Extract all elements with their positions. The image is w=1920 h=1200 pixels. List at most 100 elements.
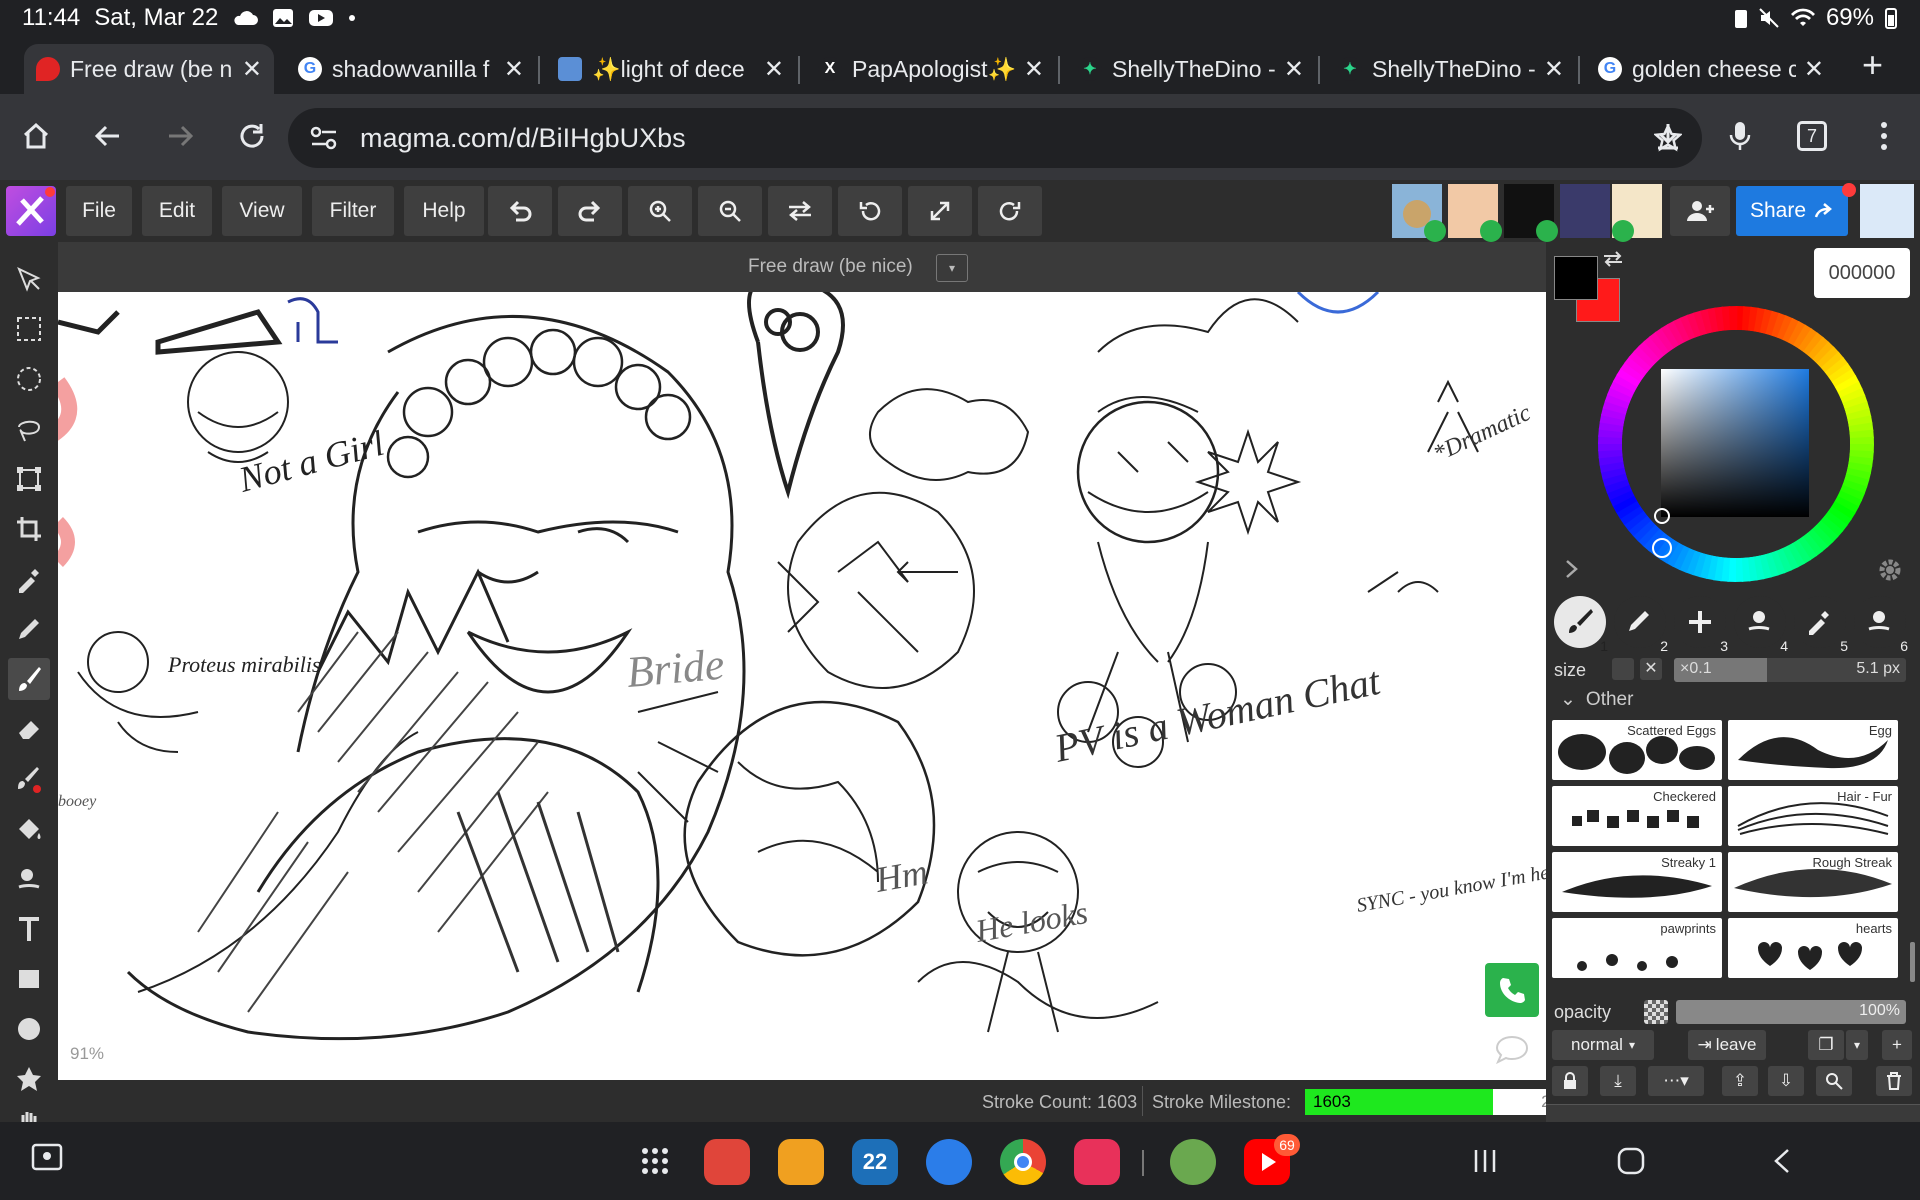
avatar[interactable]: [1612, 184, 1662, 242]
omnibox[interactable]: magma.com/d/BiIHgbUXbs: [288, 108, 1702, 168]
mic-icon[interactable]: [1714, 110, 1766, 162]
brush-preset-scattered-eggs[interactable]: Scattered Eggs: [1552, 720, 1722, 780]
document-dropdown[interactable]: ▾: [936, 254, 968, 282]
ellipse-tool-icon[interactable]: [8, 1008, 50, 1050]
forward-icon[interactable]: [154, 110, 206, 162]
lock-layer-icon[interactable]: [1552, 1066, 1588, 1096]
expand-panel-icon[interactable]: [1564, 558, 1580, 580]
file-menu[interactable]: File: [66, 186, 132, 236]
tab-shellythedino-1[interactable]: ✦ ShellyTheDino - ✕: [1066, 44, 1316, 94]
rect-select-icon[interactable]: [8, 308, 50, 350]
reload-icon[interactable]: [226, 110, 278, 162]
add-layer-icon[interactable]: +: [1882, 1030, 1912, 1060]
app-drawer-icon[interactable]: [640, 1146, 670, 1176]
more-layer-actions-icon[interactable]: ⋯▾: [1648, 1066, 1704, 1096]
close-tab-icon[interactable]: ✕: [504, 55, 524, 84]
tab-free-draw[interactable]: Free draw (be n ✕: [24, 44, 274, 94]
view-menu[interactable]: View: [222, 186, 302, 236]
rotate-right-icon[interactable]: [978, 186, 1042, 236]
pressure-icon[interactable]: [1612, 658, 1634, 680]
merge-down-icon[interactable]: ⤓: [1600, 1066, 1636, 1096]
recent-app-icon[interactable]: [1170, 1139, 1216, 1185]
magma-logo-icon[interactable]: [6, 186, 56, 236]
brush-preset-hair-fur[interactable]: Hair - Fur: [1728, 786, 1898, 846]
help-menu[interactable]: Help: [404, 186, 484, 236]
leave-button[interactable]: ⇥ leave: [1688, 1030, 1766, 1060]
close-tab-icon[interactable]: ✕: [1544, 55, 1564, 84]
back-nav-icon[interactable]: [1766, 1146, 1796, 1176]
export-icon[interactable]: ⇩: [1768, 1066, 1804, 1096]
shape-tool-icon[interactable]: [8, 1058, 50, 1100]
recents-icon[interactable]: [1470, 1146, 1500, 1176]
duplicate-layer-icon[interactable]: ❐: [1808, 1030, 1844, 1060]
edit-menu[interactable]: Edit: [142, 186, 212, 236]
search-icon[interactable]: [1816, 1066, 1852, 1096]
opacity-slider[interactable]: 100%: [1676, 1000, 1906, 1024]
brush-slot-4[interactable]: 4: [1734, 596, 1788, 654]
fullscreen-icon[interactable]: [908, 186, 972, 236]
brush-preset-streaky-1[interactable]: Streaky 1: [1552, 852, 1722, 912]
brush-preset-hearts[interactable]: hearts: [1728, 918, 1898, 978]
blend-mode-select[interactable]: normal ▾: [1552, 1030, 1654, 1060]
import-icon[interactable]: ⇪: [1722, 1066, 1758, 1096]
tab-golden-cheese[interactable]: G golden cheese c ✕: [1586, 44, 1836, 94]
brush-preset-rough-streak[interactable]: Rough Streak: [1728, 852, 1898, 912]
undo-icon[interactable]: [488, 186, 552, 236]
more-icon[interactable]: [1858, 110, 1910, 162]
swap-colors-icon[interactable]: [1602, 250, 1624, 268]
zoom-out-icon[interactable]: [698, 186, 762, 236]
eyedropper-icon[interactable]: [8, 558, 50, 600]
share-button[interactable]: Share: [1736, 186, 1848, 236]
rotate-left-icon[interactable]: [838, 186, 902, 236]
brush-slot-1[interactable]: 1: [1554, 596, 1608, 654]
back-icon[interactable]: [82, 110, 134, 162]
paint-bucket-icon[interactable]: [8, 808, 50, 850]
home-icon[interactable]: [10, 110, 62, 162]
brush-preset-checkered[interactable]: Checkered: [1552, 786, 1722, 846]
screenshot-app-icon[interactable]: [30, 1142, 64, 1176]
brush-list-scrollbar[interactable]: [1910, 942, 1915, 982]
close-tab-icon[interactable]: ✕: [764, 55, 784, 84]
user-avatar[interactable]: [1860, 184, 1914, 238]
size-slider[interactable]: ×0.1 5.1 px: [1674, 658, 1906, 682]
redo-icon[interactable]: [558, 186, 622, 236]
filter-menu[interactable]: Filter: [312, 186, 394, 236]
tab-light-of-dece[interactable]: ✨light of dece ✕: [546, 44, 796, 94]
camera-app-icon[interactable]: [1074, 1139, 1120, 1185]
delete-layer-icon[interactable]: [1876, 1066, 1912, 1096]
messages-app-icon[interactable]: [926, 1139, 972, 1185]
zoom-in-icon[interactable]: [628, 186, 692, 236]
tab-papapologist[interactable]: X PapApologist✨ ✕: [806, 44, 1056, 94]
brush-icon[interactable]: [8, 658, 50, 700]
notes-app-icon[interactable]: [704, 1139, 750, 1185]
color-wheel[interactable]: [1586, 294, 1886, 594]
move-tool-icon[interactable]: [8, 258, 50, 300]
blend-brush-icon[interactable]: [8, 758, 50, 800]
hex-color-input[interactable]: 000000: [1814, 248, 1910, 298]
smudge-icon[interactable]: [8, 858, 50, 900]
tab-shellythedino-2[interactable]: ✦ ShellyTheDino - ✕: [1326, 44, 1576, 94]
voice-call-button[interactable]: [1485, 963, 1539, 1017]
flip-icon[interactable]: [768, 186, 832, 236]
brush-group-header[interactable]: ⌄ Other: [1560, 688, 1633, 711]
chat-bubble-icon[interactable]: [1494, 1034, 1530, 1064]
brush-slot-6[interactable]: 6: [1854, 596, 1908, 654]
drawing-canvas[interactable]: Not a Girl Proteus mirabilis booey Bride…: [58, 292, 1546, 1080]
tab-shadowvanilla[interactable]: G shadowvanilla f ✕: [286, 44, 536, 94]
color-settings-gear-icon[interactable]: [1878, 558, 1902, 582]
rectangle-tool-icon[interactable]: [8, 958, 50, 1000]
chrome-app-icon[interactable]: [1000, 1139, 1046, 1185]
site-settings-icon[interactable]: [310, 126, 338, 150]
brush-preset-pawprints[interactable]: pawprints: [1552, 918, 1722, 978]
close-tab-icon[interactable]: ✕: [1024, 55, 1044, 84]
brush-slot-3[interactable]: 3: [1674, 596, 1728, 654]
tab-switcher-button[interactable]: 7: [1786, 110, 1838, 162]
brush-slot-5[interactable]: 5: [1794, 596, 1848, 654]
pencil-icon[interactable]: [8, 608, 50, 650]
avatar[interactable]: [1392, 184, 1446, 242]
avatar[interactable]: [1560, 184, 1610, 238]
avatar[interactable]: [1504, 184, 1558, 242]
size-reset-icon[interactable]: ✕: [1640, 658, 1662, 680]
eraser-icon[interactable]: [8, 708, 50, 750]
transform-icon[interactable]: [8, 458, 50, 500]
